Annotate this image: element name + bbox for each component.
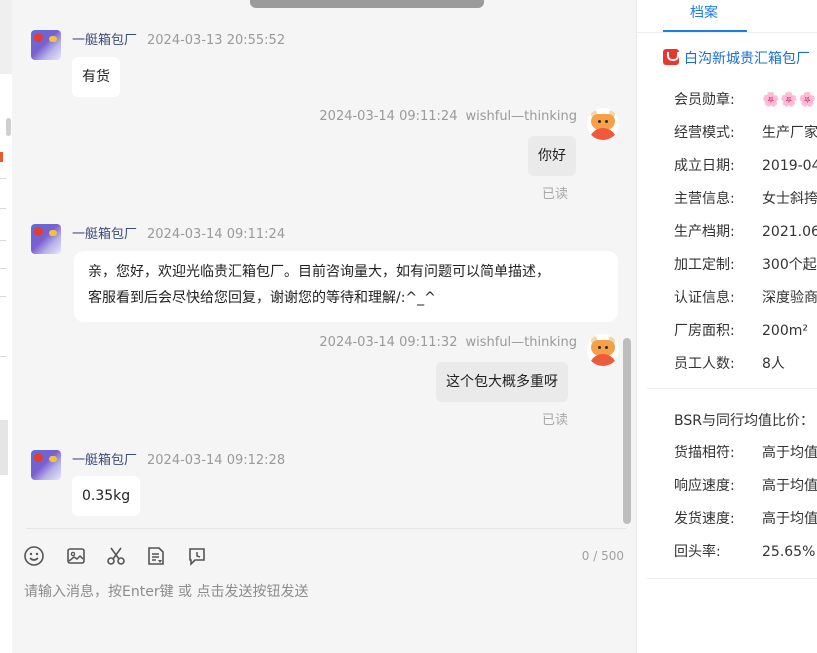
bsr-row: 回头率: 25.65% bbox=[674, 541, 815, 561]
bsr-row: 响应速度: 高于均值 bbox=[674, 475, 817, 495]
info-row: 认证信息: 深度验商 bbox=[674, 287, 817, 307]
message-meta: 一艇箱包厂 2024-03-13 20:55:52 bbox=[72, 29, 285, 48]
info-row: 主营信息: 女士斜挎 bbox=[674, 188, 817, 208]
left-edge-divider bbox=[0, 178, 6, 179]
left-edge-header bbox=[0, 0, 12, 74]
info-value: 女士斜挎 bbox=[762, 191, 817, 207]
sender-name: wishful—thinking bbox=[465, 335, 577, 350]
panel-bottom-divider bbox=[647, 578, 817, 579]
info-value: 300个起 bbox=[762, 257, 817, 273]
info-key: 货描相符: bbox=[674, 445, 735, 461]
history-icon[interactable] bbox=[186, 545, 208, 567]
info-key: 员工人数: bbox=[674, 356, 735, 372]
message-bubble: 这个包大概多重呀 bbox=[436, 362, 568, 402]
toolbar-divider bbox=[26, 528, 626, 529]
left-scroll-thumb[interactable] bbox=[6, 118, 11, 136]
message-meta: 一艇箱包厂 2024-03-14 09:12:28 bbox=[72, 449, 285, 468]
chat-scrollbar[interactable] bbox=[623, 338, 631, 524]
info-value: 8人 bbox=[762, 356, 785, 372]
left-edge-divider bbox=[0, 268, 6, 269]
message-time: 2024-03-14 09:12:28 bbox=[147, 453, 286, 468]
sender-name: wishful—thinking bbox=[465, 109, 577, 124]
left-edge-divider bbox=[0, 208, 6, 209]
chat-panel: 一艇箱包厂 2024-03-13 20:55:52 有货 2024-03-14 0… bbox=[12, 0, 636, 653]
profile-panel: 档案 白沟新城贵汇箱包厂 会员勋章: 🌸🌸🌸 经营模式: 生产厂家 成立日期: 201… bbox=[636, 0, 817, 653]
left-edge-divider bbox=[0, 296, 6, 297]
message-bubble: 你好 bbox=[528, 136, 576, 176]
message-line: 亲，您好，欢迎光临贵汇箱包厂。目前咨询量大，如有问题可以简单描述， bbox=[88, 264, 550, 280]
info-row: 成立日期: 2019-04 bbox=[674, 155, 817, 175]
sender-name[interactable]: 一艇箱包厂 bbox=[72, 33, 137, 48]
bsr-row: 货描相符: 高于均值 bbox=[674, 442, 817, 462]
bsr-row: 发货速度: 高于均值 bbox=[674, 508, 817, 528]
left-edge-badge bbox=[0, 152, 3, 162]
tab-archive[interactable]: 档案 bbox=[690, 2, 718, 22]
chat-top-handle[interactable] bbox=[250, 0, 484, 8]
store-avatar bbox=[31, 30, 61, 60]
info-key: 厂房面积: bbox=[674, 323, 735, 339]
info-row: 会员勋章: 🌸🌸🌸 bbox=[674, 89, 817, 109]
message-time: 2024-03-14 09:11:24 bbox=[319, 109, 458, 124]
info-key: 经营模式: bbox=[674, 125, 735, 141]
info-value: 深度验商 bbox=[762, 290, 817, 306]
message-meta: 一艇箱包厂 2024-03-14 09:11:24 bbox=[72, 223, 285, 242]
document-icon[interactable] bbox=[145, 545, 167, 567]
read-status: 已读 bbox=[542, 413, 569, 428]
user-avatar bbox=[587, 108, 619, 140]
left-edge-selected bbox=[0, 420, 8, 475]
sender-name[interactable]: 一艇箱包厂 bbox=[72, 227, 137, 242]
info-value: 高于均值 bbox=[762, 445, 817, 461]
info-key: 认证信息: bbox=[674, 290, 735, 306]
store-avatar bbox=[31, 450, 61, 480]
info-value: 2019-04 bbox=[762, 158, 817, 174]
member-medals: 🌸🌸🌸 bbox=[762, 92, 817, 108]
message-bubble: 亲，您好，欢迎光临贵汇箱包厂。目前咨询量大，如有问题可以简单描述， 客服看到后会… bbox=[74, 251, 618, 322]
message-input[interactable]: 请输入消息，按Enter键 或 点击发送按钮发送 bbox=[24, 581, 308, 601]
sender-name[interactable]: 一艇箱包厂 bbox=[72, 453, 137, 468]
info-key: 会员勋章: bbox=[674, 92, 735, 108]
read-status: 已读 bbox=[542, 187, 569, 202]
info-row: 加工定制: 300个起 bbox=[674, 254, 817, 274]
message-time: 2024-03-14 09:11:24 bbox=[147, 227, 286, 242]
info-value: 高于均值 bbox=[762, 511, 817, 527]
scissors-icon[interactable] bbox=[105, 545, 127, 567]
message-meta: 2024-03-14 09:11:24 wishful—thinking bbox=[319, 109, 577, 124]
info-row: 经营模式: 生产厂家 bbox=[674, 122, 817, 142]
info-value: 200m² bbox=[762, 323, 808, 339]
message-bubble: 0.35kg bbox=[72, 476, 141, 516]
section-divider bbox=[647, 388, 817, 389]
info-key: 回头率: bbox=[674, 544, 721, 560]
shop-icon bbox=[663, 49, 679, 65]
info-key: 响应速度: bbox=[674, 478, 735, 494]
left-edge-divider bbox=[0, 356, 6, 357]
bsr-title: BSR与同行均值比价： bbox=[674, 413, 814, 429]
left-edge-divider bbox=[0, 240, 6, 241]
tab-divider bbox=[637, 32, 817, 33]
info-value: 2021.06. bbox=[762, 224, 817, 240]
info-value: 生产厂家 bbox=[762, 125, 817, 141]
info-key: 加工定制: bbox=[674, 257, 735, 273]
info-row: 生产档期: 2021.06. bbox=[674, 221, 817, 241]
emoji-icon[interactable] bbox=[23, 545, 45, 567]
char-counter: 0 / 500 bbox=[581, 549, 624, 563]
shop-name-link[interactable]: 白沟新城贵汇箱包厂 bbox=[684, 48, 810, 68]
image-icon[interactable] bbox=[65, 545, 87, 567]
info-key: 发货速度: bbox=[674, 511, 735, 527]
info-key: 主营信息: bbox=[674, 191, 735, 207]
info-row: 厂房面积: 200m² bbox=[674, 320, 808, 340]
info-row: 员工人数: 8人 bbox=[674, 353, 785, 373]
info-value: 高于均值 bbox=[762, 478, 817, 494]
info-key: 成立日期: bbox=[674, 158, 735, 174]
info-value: 25.65% bbox=[762, 544, 816, 560]
message-bubble: 有货 bbox=[72, 57, 120, 97]
info-key: 生产档期: bbox=[674, 224, 735, 240]
message-time: 2024-03-13 20:55:52 bbox=[147, 33, 286, 48]
store-avatar bbox=[31, 224, 61, 254]
message-meta: 2024-03-14 09:11:32 wishful—thinking bbox=[319, 335, 577, 350]
user-avatar bbox=[587, 334, 619, 366]
message-line: 客服看到后会尽快给您回复，谢谢您的等待和理解/:^_^ bbox=[88, 290, 436, 306]
message-time: 2024-03-14 09:11:32 bbox=[319, 335, 458, 350]
